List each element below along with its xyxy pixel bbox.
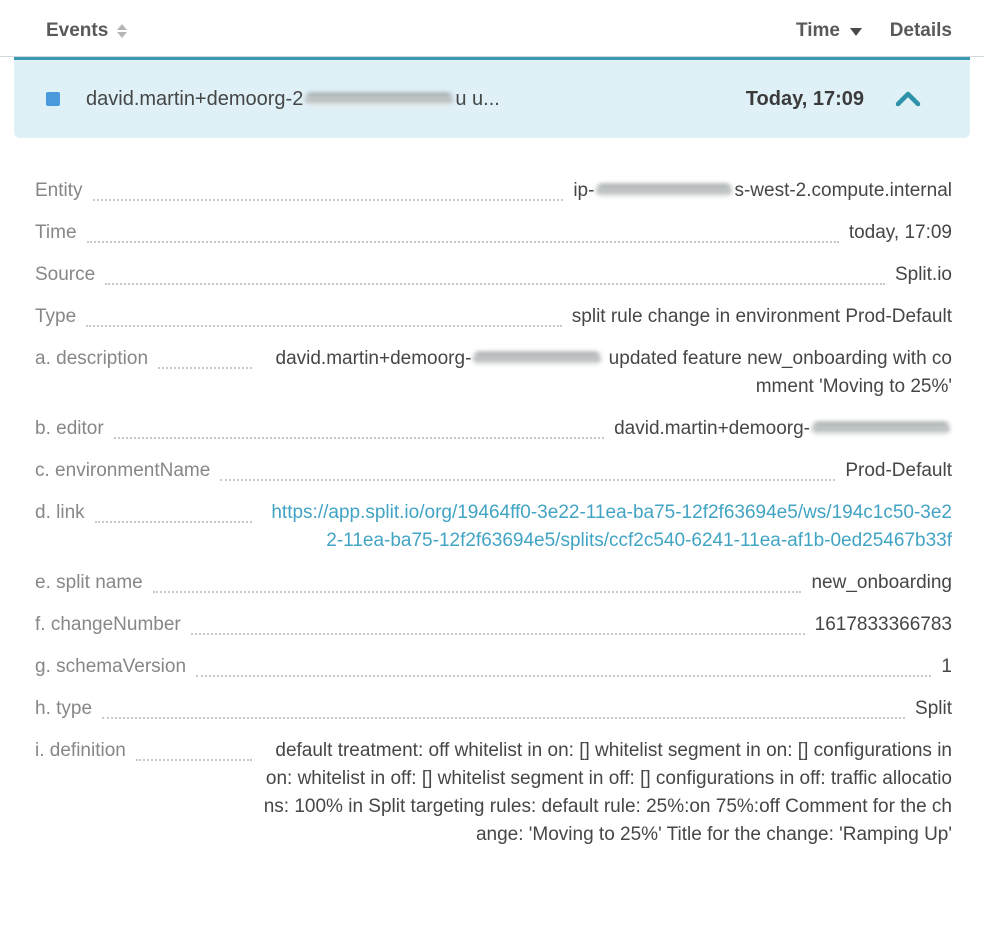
detail-value: david.martin+demoorg- updated feature ne… <box>262 345 952 401</box>
table-header: Events Time Details <box>0 0 984 57</box>
dotted-leader <box>153 569 802 593</box>
event-title-prefix: david.martin+demoorg-2 <box>86 88 303 110</box>
detail-label: f. changeNumber <box>35 611 181 639</box>
detail-row-source: Source Split.io <box>35 261 952 289</box>
detail-row-description: a. description david.martin+demoorg- upd… <box>35 345 952 401</box>
detail-row-definition: i. definition default treatment: off whi… <box>35 737 952 849</box>
dotted-leader <box>95 499 252 523</box>
detail-row-time: Time today, 17:09 <box>35 219 952 247</box>
dotted-leader <box>105 261 885 285</box>
detail-label: h. type <box>35 695 92 723</box>
sort-arrows-icon[interactable] <box>117 24 127 38</box>
detail-value: new_onboarding <box>811 569 952 597</box>
dotted-leader <box>191 611 805 635</box>
detail-label: i. definition <box>35 737 126 765</box>
detail-value-suffix: updated feature new_onboarding with comm… <box>603 348 952 397</box>
split-event-link[interactable]: https://app.split.io/org/19464ff0-3e22-1… <box>271 502 952 551</box>
dotted-leader <box>220 457 835 481</box>
chevron-up-icon[interactable] <box>895 91 921 107</box>
detail-value: split rule change in environment Prod-De… <box>572 303 952 331</box>
dotted-leader <box>102 695 905 719</box>
detail-value: 1617833366783 <box>815 611 952 639</box>
dotted-leader <box>86 303 562 327</box>
events-panel: Events Time Details david.martin+demoorg… <box>0 0 984 849</box>
dotted-leader <box>114 415 604 439</box>
column-header-time[interactable]: Time <box>796 20 862 42</box>
event-row-expanded[interactable]: david.martin+demoorg-2 u u... Today, 17:0… <box>14 57 970 138</box>
sort-down-arrow-icon <box>117 32 127 38</box>
detail-value-prefix: david.martin+demoorg- <box>614 418 810 439</box>
detail-label: b. editor <box>35 415 104 443</box>
dotted-leader <box>196 653 931 677</box>
event-title-suffix: u u... <box>455 88 499 110</box>
detail-row-type-split: h. type Split <box>35 695 952 723</box>
detail-value: Prod-Default <box>845 457 952 485</box>
detail-label: g. schemaVersion <box>35 653 186 681</box>
collapse-control[interactable] <box>864 91 952 107</box>
detail-label: d. link <box>35 499 85 527</box>
event-time: Today, 17:09 <box>746 88 864 111</box>
redacted-text <box>305 93 453 106</box>
detail-row-editor: b. editor david.martin+demoorg- <box>35 415 952 443</box>
detail-label: Type <box>35 303 76 331</box>
detail-value: Split.io <box>895 261 952 289</box>
detail-label: e. split name <box>35 569 143 597</box>
detail-row-environment-name: c. environmentName Prod-Default <box>35 457 952 485</box>
detail-value: https://app.split.io/org/19464ff0-3e22-1… <box>262 499 952 555</box>
redacted-text <box>596 184 732 197</box>
event-title: david.martin+demoorg-2 u u... <box>86 88 746 111</box>
detail-label: Entity <box>35 177 83 205</box>
detail-value-prefix: ip- <box>573 180 594 201</box>
detail-label: Source <box>35 261 95 289</box>
detail-row-split-name: e. split name new_onboarding <box>35 569 952 597</box>
detail-value: today, 17:09 <box>849 219 952 247</box>
dotted-leader <box>158 345 252 369</box>
events-column-label: Events <box>46 20 108 42</box>
detail-label: Time <box>35 219 77 247</box>
redacted-text <box>812 422 950 435</box>
triangle-down-icon <box>850 28 862 36</box>
dotted-leader <box>136 737 252 761</box>
detail-value: david.martin+demoorg- <box>614 415 952 443</box>
detail-value-suffix: s-west-2.compute.internal <box>734 180 952 201</box>
event-marker-square-icon <box>46 92 60 106</box>
detail-row-entity: Entity ip-s-west-2.compute.internal <box>35 177 952 205</box>
detail-value: 1 <box>941 653 952 681</box>
time-column-label: Time <box>796 20 840 42</box>
detail-row-link: d. link https://app.split.io/org/19464ff… <box>35 499 952 555</box>
column-header-events[interactable]: Events <box>46 20 796 42</box>
detail-row-schema-version: g. schemaVersion 1 <box>35 653 952 681</box>
column-header-details: Details <box>862 20 952 42</box>
detail-value: ip-s-west-2.compute.internal <box>573 177 952 205</box>
sort-up-arrow-icon <box>117 24 127 30</box>
details-column-label: Details <box>890 20 952 41</box>
detail-row-type: Type split rule change in environment Pr… <box>35 303 952 331</box>
redacted-text <box>473 352 601 365</box>
detail-value: Split <box>915 695 952 723</box>
dotted-leader <box>87 219 839 243</box>
dotted-leader <box>93 177 564 201</box>
detail-row-change-number: f. changeNumber 1617833366783 <box>35 611 952 639</box>
detail-value: default treatment: off whitelist in on: … <box>262 737 952 849</box>
event-details-list: Entity ip-s-west-2.compute.internal Time… <box>0 138 984 849</box>
detail-label: c. environmentName <box>35 457 210 485</box>
detail-value-prefix: david.martin+demoorg- <box>276 348 472 369</box>
detail-label: a. description <box>35 345 148 373</box>
